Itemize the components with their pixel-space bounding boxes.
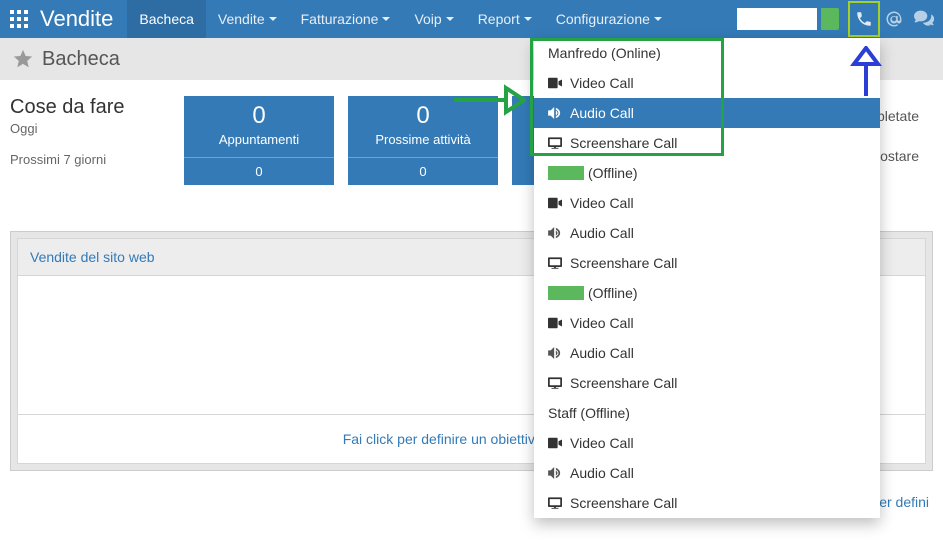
screen-icon [548, 137, 562, 149]
dd-label: Video Call [570, 315, 634, 331]
dd-user-offline-1: (Offline) [534, 158, 880, 188]
dd-label: Audio Call [570, 225, 634, 241]
chat-icon[interactable] [909, 2, 939, 36]
screen-icon [548, 377, 562, 389]
dd-user-manfredo: Manfredo (Online) [534, 38, 880, 68]
video-icon [548, 437, 562, 449]
dd-user-staff: Staff (Offline) [534, 398, 880, 428]
page-title: Bacheca [42, 48, 120, 71]
dd-label: Screenshare Call [570, 495, 677, 511]
dd-label: Video Call [570, 435, 634, 451]
dd-label: Video Call [570, 195, 634, 211]
caret-icon [446, 17, 454, 21]
dd-label: Video Call [570, 75, 634, 91]
stat-foot: 0 [184, 157, 334, 185]
video-icon [548, 317, 562, 329]
caret-icon [654, 17, 662, 21]
dd-audio-call[interactable]: Audio Call [534, 98, 880, 128]
dd-user-label: (Offline) [588, 165, 638, 181]
stat-appointments[interactable]: 0 Appuntamenti 0 [184, 96, 334, 185]
stat-value: 0 [184, 96, 334, 130]
nav-vendite[interactable]: Vendite [206, 0, 289, 38]
dd-user-label: Staff (Offline) [548, 405, 630, 421]
dd-user-offline-2: (Offline) [534, 278, 880, 308]
video-icon [548, 197, 562, 209]
brand-title: Vendite [38, 6, 127, 32]
caret-icon [382, 17, 390, 21]
annotation-arrow-green [452, 82, 526, 118]
dd-screenshare-call[interactable]: Screenshare Call [534, 488, 880, 518]
dd-audio-call[interactable]: Audio Call [534, 458, 880, 488]
search-input[interactable] [737, 8, 817, 30]
dd-screenshare-call[interactable]: Screenshare Call [534, 128, 880, 158]
dd-user-label: Manfredo (Online) [548, 45, 661, 61]
audio-icon [548, 107, 562, 119]
caret-icon [269, 17, 277, 21]
dd-label: Screenshare Call [570, 135, 677, 151]
nav-report[interactable]: Report [466, 0, 544, 38]
annotation-arrow-blue [849, 46, 883, 98]
dd-label: Screenshare Call [570, 255, 677, 271]
dd-label: Screenshare Call [570, 375, 677, 391]
audio-icon [548, 467, 562, 479]
todo-week: Prossimi 7 giorni [10, 152, 170, 167]
voip-dropdown: Manfredo (Online) Video Call Audio Call … [534, 38, 880, 518]
dd-audio-call[interactable]: Audio Call [534, 218, 880, 248]
stat-label: Prossime attività [348, 130, 498, 157]
dd-video-call[interactable]: Video Call [534, 428, 880, 458]
todo-today: Oggi [10, 121, 170, 136]
nav-bacheca[interactable]: Bacheca [127, 0, 205, 38]
at-icon[interactable] [879, 2, 909, 36]
screen-icon [548, 257, 562, 269]
nav-label: Bacheca [139, 11, 193, 27]
nav-label: Fatturazione [301, 11, 379, 27]
dd-label: Audio Call [570, 465, 634, 481]
nav-voip[interactable]: Voip [402, 0, 465, 38]
screen-icon [548, 497, 562, 509]
nav-label: Configurazione [556, 11, 650, 27]
dd-screenshare-call[interactable]: Screenshare Call [534, 368, 880, 398]
apps-icon[interactable] [0, 0, 38, 38]
nav-label: Report [478, 11, 520, 27]
stat-label: Appuntamenti [184, 130, 334, 157]
audio-icon [548, 227, 562, 239]
nav-label: Voip [414, 11, 441, 27]
nav-configurazione[interactable]: Configurazione [544, 0, 674, 38]
dd-screenshare-call[interactable]: Screenshare Call [534, 248, 880, 278]
nav-label: Vendite [218, 11, 265, 27]
stat-foot: 0 [348, 157, 498, 185]
right-truncated-link[interactable]: per defini [871, 494, 929, 510]
user-chip [548, 286, 584, 300]
caret-icon [524, 17, 532, 21]
star-icon [12, 48, 34, 70]
dd-video-call[interactable]: Video Call [534, 188, 880, 218]
dd-user-label: (Offline) [588, 285, 638, 301]
dd-label: Audio Call [570, 105, 634, 121]
todo-title: Cose da fare [10, 96, 170, 119]
dd-video-call[interactable]: Video Call [534, 308, 880, 338]
user-chip [548, 166, 584, 180]
dd-label: Audio Call [570, 345, 634, 361]
dd-video-call[interactable]: Video Call [534, 68, 880, 98]
nav-fatturazione[interactable]: Fatturazione [289, 0, 403, 38]
video-icon [548, 77, 562, 89]
dd-audio-call[interactable]: Audio Call [534, 338, 880, 368]
audio-icon [548, 347, 562, 359]
phone-icon[interactable] [849, 2, 879, 36]
progress-indicator [821, 8, 839, 30]
